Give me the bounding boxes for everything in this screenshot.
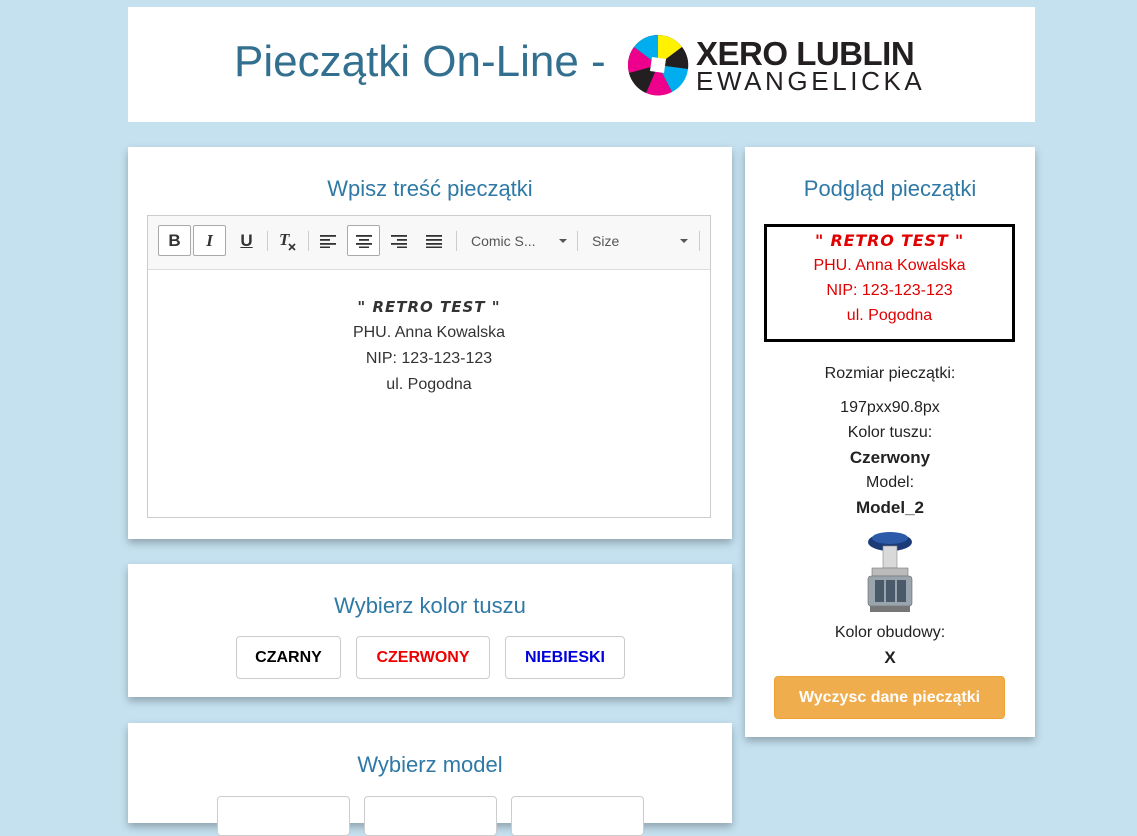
stamp-device-image <box>867 532 913 612</box>
ink-blue-button[interactable]: NIEBIESKI <box>505 636 625 679</box>
toolbar-separator <box>267 231 268 251</box>
clear-stamp-button[interactable]: Wyczysc dane pieczątki <box>774 676 1005 719</box>
toolbar-separator <box>577 231 578 251</box>
logo-mark-icon <box>627 35 689 96</box>
stamp-preview-panel: Podgląd pieczątki " RETRO TEST " PHU. An… <box>745 147 1035 737</box>
model-panel: Wybierz model <box>128 723 732 836</box>
underline-button[interactable]: U <box>230 225 263 256</box>
editor-panel-title: Wpisz treść pieczątki <box>327 176 533 201</box>
body-color-value: X <box>884 648 896 667</box>
stamp-preview-line-2: PHU. Anna Kowalska <box>813 257 966 274</box>
ink-panel-title: Wybierz kolor tuszu <box>334 593 526 618</box>
chevron-down-icon <box>559 239 567 243</box>
xero-lublin-logo: XERO LUBLIN EWANGELICKA <box>626 33 926 97</box>
ink-red-button[interactable]: CZERWONY <box>356 636 490 679</box>
align-center-icon <box>355 234 372 248</box>
model-label: Model: <box>865 474 915 491</box>
stamp-preview-line-4: ul. Pogodna <box>846 307 933 324</box>
stamp-line-1: " RETRO TEST " <box>357 298 501 316</box>
bold-button[interactable]: B <box>158 225 191 256</box>
stamp-line-3: NIP: 123-123-123 <box>365 350 493 367</box>
align-center-button[interactable] <box>347 225 380 256</box>
model-panel-title: Wybierz model <box>357 752 503 777</box>
logo-text-secondary: EWANGELICKA <box>696 66 926 96</box>
italic-button[interactable]: I <box>193 225 226 256</box>
font-family-value: Comic S... <box>471 233 536 249</box>
toolbar-separator <box>699 231 700 251</box>
preview-panel-title: Podgląd pieczątki <box>803 176 977 201</box>
align-left-icon <box>319 234 336 248</box>
body-color-label: Kolor obudowy: <box>834 624 946 641</box>
ink-color-value: Czerwony <box>849 448 931 467</box>
ink-color-label: Kolor tuszu: <box>847 424 933 441</box>
align-right-icon <box>390 234 407 248</box>
font-size-select[interactable]: Size <box>592 230 688 252</box>
ink-color-panel: Wybierz kolor tuszu CZARNY CZERWONY NIEB… <box>128 564 732 697</box>
model-option-button[interactable] <box>364 796 497 836</box>
stamp-preview-line-3: NIP: 123-123-123 <box>826 282 953 299</box>
model-value: Model_2 <box>855 498 925 517</box>
stamp-line-4: ul. Pogodna <box>386 376 472 393</box>
ink-black-button[interactable]: CZARNY <box>236 636 341 679</box>
font-family-select[interactable]: Comic S... <box>471 230 567 252</box>
clear-format-button[interactable]: T <box>271 225 304 256</box>
site-header: Pieczątki On-Line - XERO LUBLIN EWANGELI… <box>128 7 1035 122</box>
stamp-size-label: Rozmiar pieczątki: <box>824 365 956 382</box>
stamp-editor-panel: Wpisz treść pieczątki B I U T Comic S...… <box>128 147 732 539</box>
stamp-preview: " RETRO TEST " PHU. Anna Kowalska NIP: 1… <box>764 224 1015 342</box>
align-left-button[interactable] <box>311 225 344 256</box>
align-justify-button[interactable] <box>417 225 450 256</box>
align-justify-icon <box>425 234 442 248</box>
editor-content-area[interactable]: " RETRO TEST " PHU. Anna Kowalska NIP: 1… <box>148 294 710 398</box>
svg-text:T: T <box>279 231 290 249</box>
toolbar-separator <box>308 231 309 251</box>
model-option-button[interactable] <box>217 796 350 836</box>
rich-text-editor: B I U T Comic S... Size " RETRO TEST " P… <box>147 215 711 518</box>
font-size-value: Size <box>592 233 620 249</box>
chevron-down-icon <box>680 239 688 243</box>
stamp-line-2: PHU. Anna Kowalska <box>352 324 506 341</box>
model-option-button[interactable] <box>511 796 644 836</box>
editor-toolbar: B I U T Comic S... Size <box>148 216 710 270</box>
align-right-button[interactable] <box>382 225 415 256</box>
page-title: Pieczątki On-Line - <box>234 37 606 86</box>
toolbar-separator <box>456 231 457 251</box>
stamp-preview-line-1: " RETRO TEST " <box>815 231 964 250</box>
clear-format-icon: T <box>279 231 296 251</box>
stamp-size-value: 197pxx90.8px <box>840 399 940 416</box>
